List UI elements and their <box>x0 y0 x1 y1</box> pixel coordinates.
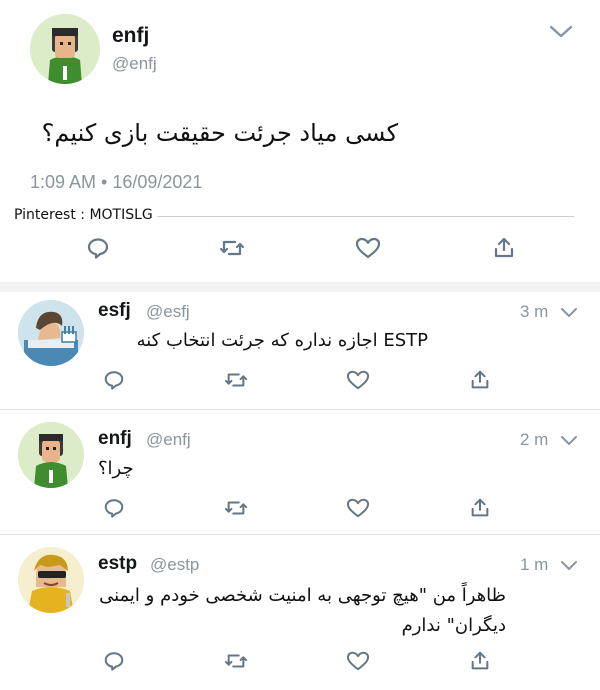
author-handle[interactable]: @enfj <box>112 54 157 74</box>
retweet-icon <box>224 373 248 387</box>
retweet-icon <box>219 240 245 256</box>
reply-button[interactable] <box>100 647 128 675</box>
retweet-button[interactable] <box>218 234 246 262</box>
tweet-time[interactable]: 2 m <box>520 430 548 450</box>
share-button[interactable] <box>466 366 494 394</box>
retweet-button[interactable] <box>222 647 250 675</box>
share-icon <box>471 498 489 517</box>
tweet-body: چرا؟ <box>98 458 134 479</box>
reply-tweet[interactable]: estp @estp 1 m ظاهراً من "هیچ توجهی به ا… <box>0 535 600 690</box>
share-icon <box>494 237 514 258</box>
chevron-down-icon[interactable] <box>560 304 578 323</box>
reply-button[interactable] <box>100 366 128 394</box>
author-handle[interactable]: @enfj <box>146 430 191 450</box>
reply-icon <box>87 238 109 259</box>
share-icon <box>471 370 489 389</box>
reply-tweet[interactable]: enfj @enfj 2 m چرا؟ <box>0 410 600 534</box>
reply-icon <box>104 499 124 518</box>
share-button[interactable] <box>490 234 518 262</box>
tweet-time[interactable]: 3 m <box>520 302 548 322</box>
like-icon <box>346 651 370 671</box>
reply-tweet[interactable]: esfj @esfj 3 m ESTP اجازه نداره که جرئت … <box>0 292 600 409</box>
chevron-down-icon[interactable] <box>560 432 578 451</box>
share-icon <box>471 651 489 670</box>
main-tweet: enfj @enfj کسی میاد جرئت حقیقت بازی کنیم… <box>0 0 600 282</box>
reply-button[interactable] <box>100 494 128 522</box>
reply-button[interactable] <box>84 234 112 262</box>
author-name[interactable]: enfj <box>98 428 132 450</box>
retweet-icon <box>224 501 248 515</box>
author-name[interactable]: estp <box>98 553 137 575</box>
author-handle[interactable]: @estp <box>150 555 199 575</box>
like-icon <box>346 370 370 390</box>
retweet-icon <box>224 654 248 668</box>
like-icon <box>355 237 381 259</box>
like-button[interactable] <box>344 366 372 394</box>
tweet-body: کسی میاد جرئت حقیقت بازی کنیم؟ <box>41 119 398 147</box>
like-button[interactable] <box>344 494 372 522</box>
retweet-button[interactable] <box>222 366 250 394</box>
section-separator <box>0 282 600 292</box>
like-button[interactable] <box>344 647 372 675</box>
like-button[interactable] <box>354 234 382 262</box>
tweet-time[interactable]: 1 m <box>520 555 548 575</box>
watermark-text: Pinterest : MOTISLG <box>14 207 157 223</box>
retweet-button[interactable] <box>222 494 250 522</box>
reply-icon <box>104 652 124 671</box>
tweet-body: ظاهراً من "هیچ توجهی به امنیت شخصی خودم … <box>99 585 506 636</box>
avatar[interactable] <box>18 422 84 488</box>
author-handle[interactable]: @esfj <box>146 302 190 322</box>
author-name[interactable]: esfj <box>98 300 131 322</box>
like-icon <box>346 498 370 518</box>
avatar[interactable] <box>18 547 84 613</box>
author-name[interactable]: enfj <box>112 24 149 48</box>
tweet-thread: enfj @enfj کسی میاد جرئت حقیقت بازی کنیم… <box>0 0 600 690</box>
tweet-timestamp[interactable]: 1:09 AM • 16/09/2021 <box>30 172 202 193</box>
reply-icon <box>104 371 124 390</box>
tweet-body: ESTP اجازه نداره که جرئت انتخاب کنه <box>136 330 428 351</box>
avatar[interactable] <box>18 300 84 366</box>
share-button[interactable] <box>466 494 494 522</box>
chevron-down-icon[interactable] <box>560 557 578 576</box>
avatar[interactable] <box>30 14 100 84</box>
chevron-down-icon[interactable] <box>548 24 574 44</box>
share-button[interactable] <box>466 647 494 675</box>
